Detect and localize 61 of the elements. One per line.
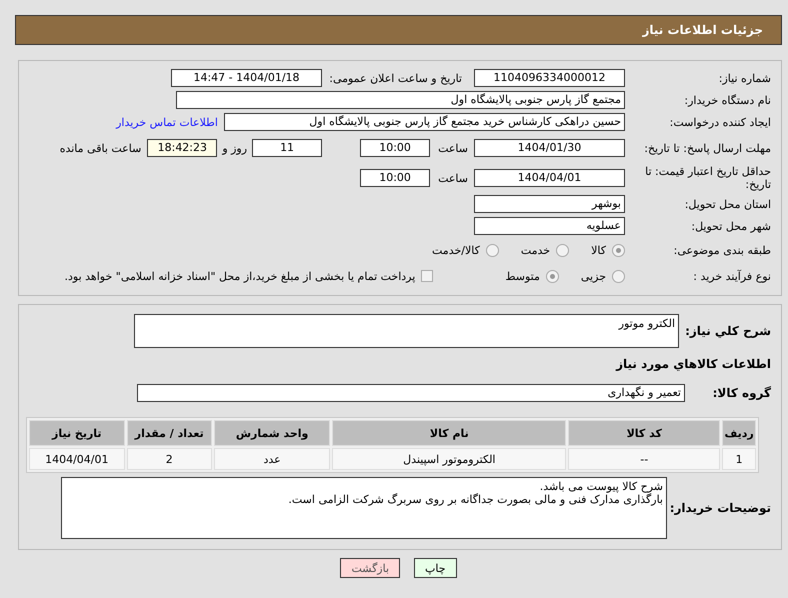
date-field: 1404/04/01: [474, 169, 625, 187]
column-header: واحد شمارش: [214, 420, 330, 446]
field-label: روز و: [222, 142, 248, 154]
table-cell: عدد: [214, 448, 330, 470]
province-field: بوشهر: [474, 195, 625, 213]
radio-button[interactable]: [486, 244, 499, 256]
checkbox-label: پرداخت تمام یا بخشی از مبلغ خرید،از محل "اسناد خزانه اسلامی" خواهد بود.: [64, 270, 416, 282]
field-label: نوع فرآیند خرید :: [692, 270, 771, 282]
radio-button[interactable]: [556, 244, 570, 256]
radio-label: کالا: [591, 244, 606, 256]
section-heading: اطلاعات کالاهاي مورد نیاز: [616, 357, 771, 371]
radio-button[interactable]: [612, 270, 625, 282]
column-header: نام کالا: [332, 420, 566, 446]
field-label: توضیحات خریدار:: [668, 502, 771, 514]
field-label: شرح کلي نیاز:: [684, 324, 771, 338]
time-field: 10:00: [360, 139, 430, 157]
radio-label: متوسط: [505, 270, 540, 282]
radio-button[interactable]: [546, 270, 559, 282]
field-label: ساعت: [438, 172, 468, 184]
days-field: 11: [252, 139, 322, 157]
field-label: طبقه بندی موضوعی:: [672, 244, 771, 256]
table-cell: --: [568, 448, 720, 470]
table-cell: 1404/04/01: [29, 448, 125, 470]
need-number-field: 1104096334000012: [474, 69, 625, 87]
column-header: ردیف: [722, 420, 756, 446]
goods-group-field: تعمیر و نگهداری: [137, 384, 685, 402]
radio-button[interactable]: [612, 244, 625, 256]
field-label: ساعت: [438, 142, 468, 154]
table-cell: 1: [722, 448, 756, 470]
radio-label: کالا/خدمت: [432, 244, 480, 256]
field-label: ایجاد کننده درخواست:: [668, 116, 771, 128]
field-label: حداقل تاریخ اعتبار قیمت: تا تاریخ:: [644, 165, 771, 191]
remaining-time-field: 18:42:23: [147, 139, 218, 157]
field-label: ساعت باقی مانده: [60, 142, 142, 154]
buyer-notes-field[interactable]: شرح کالا پیوست می باشد. بارگذاری مدارک فنی و مالی بصورت جداگانه بر روی سربرگ شرکت الزامی است.: [61, 477, 667, 539]
field-label: تاریخ و ساعت اعلان عمومی:: [328, 72, 462, 84]
buyer-org-field: مجتمع گاز پارس جنوبی پالایشگاه اول: [176, 91, 625, 109]
date-field: 1404/01/30: [474, 139, 625, 157]
radio-label: خدمت: [520, 244, 550, 256]
radio-label: جزیی: [580, 270, 606, 282]
field-label: نام دستگاه خریدار:: [683, 94, 771, 106]
announce-date-field: 1404/01/18 - 14:47: [171, 69, 322, 87]
column-header: تاریخ نیاز: [29, 420, 125, 446]
field-label: شهر محل تحویل:: [690, 220, 771, 232]
column-header: کد کالا: [568, 420, 720, 446]
description-field[interactable]: الکترو موتور: [134, 314, 679, 348]
field-label: استان محل تحویل:: [684, 198, 771, 210]
column-header: تعداد / مقدار: [126, 420, 212, 446]
field-label: مهلت ارسال پاسخ: تا تاریخ:: [643, 142, 771, 154]
checkbox[interactable]: [421, 270, 434, 282]
table-cell: الکتروموتور اسپیندل: [332, 448, 566, 470]
field-label: شماره نیاز:: [718, 72, 771, 84]
back-button[interactable]: بازگشت: [340, 558, 400, 578]
time-field: 10:00: [360, 169, 430, 187]
field-label: گروه کالا:: [712, 386, 771, 400]
requester-field: حسین دراهکی کارشناس خرید مجتمع گاز پارس جنوبی پالایشگاه اول: [224, 113, 625, 131]
print-button[interactable]: چاپ: [414, 558, 457, 578]
city-field: عسلویه: [474, 217, 625, 235]
contact-link[interactable]: اطلاعات تماس خریدار: [116, 116, 218, 128]
table-cell: 2: [126, 448, 212, 470]
header-title: جزئیات اطلاعات نیاز: [642, 23, 763, 37]
